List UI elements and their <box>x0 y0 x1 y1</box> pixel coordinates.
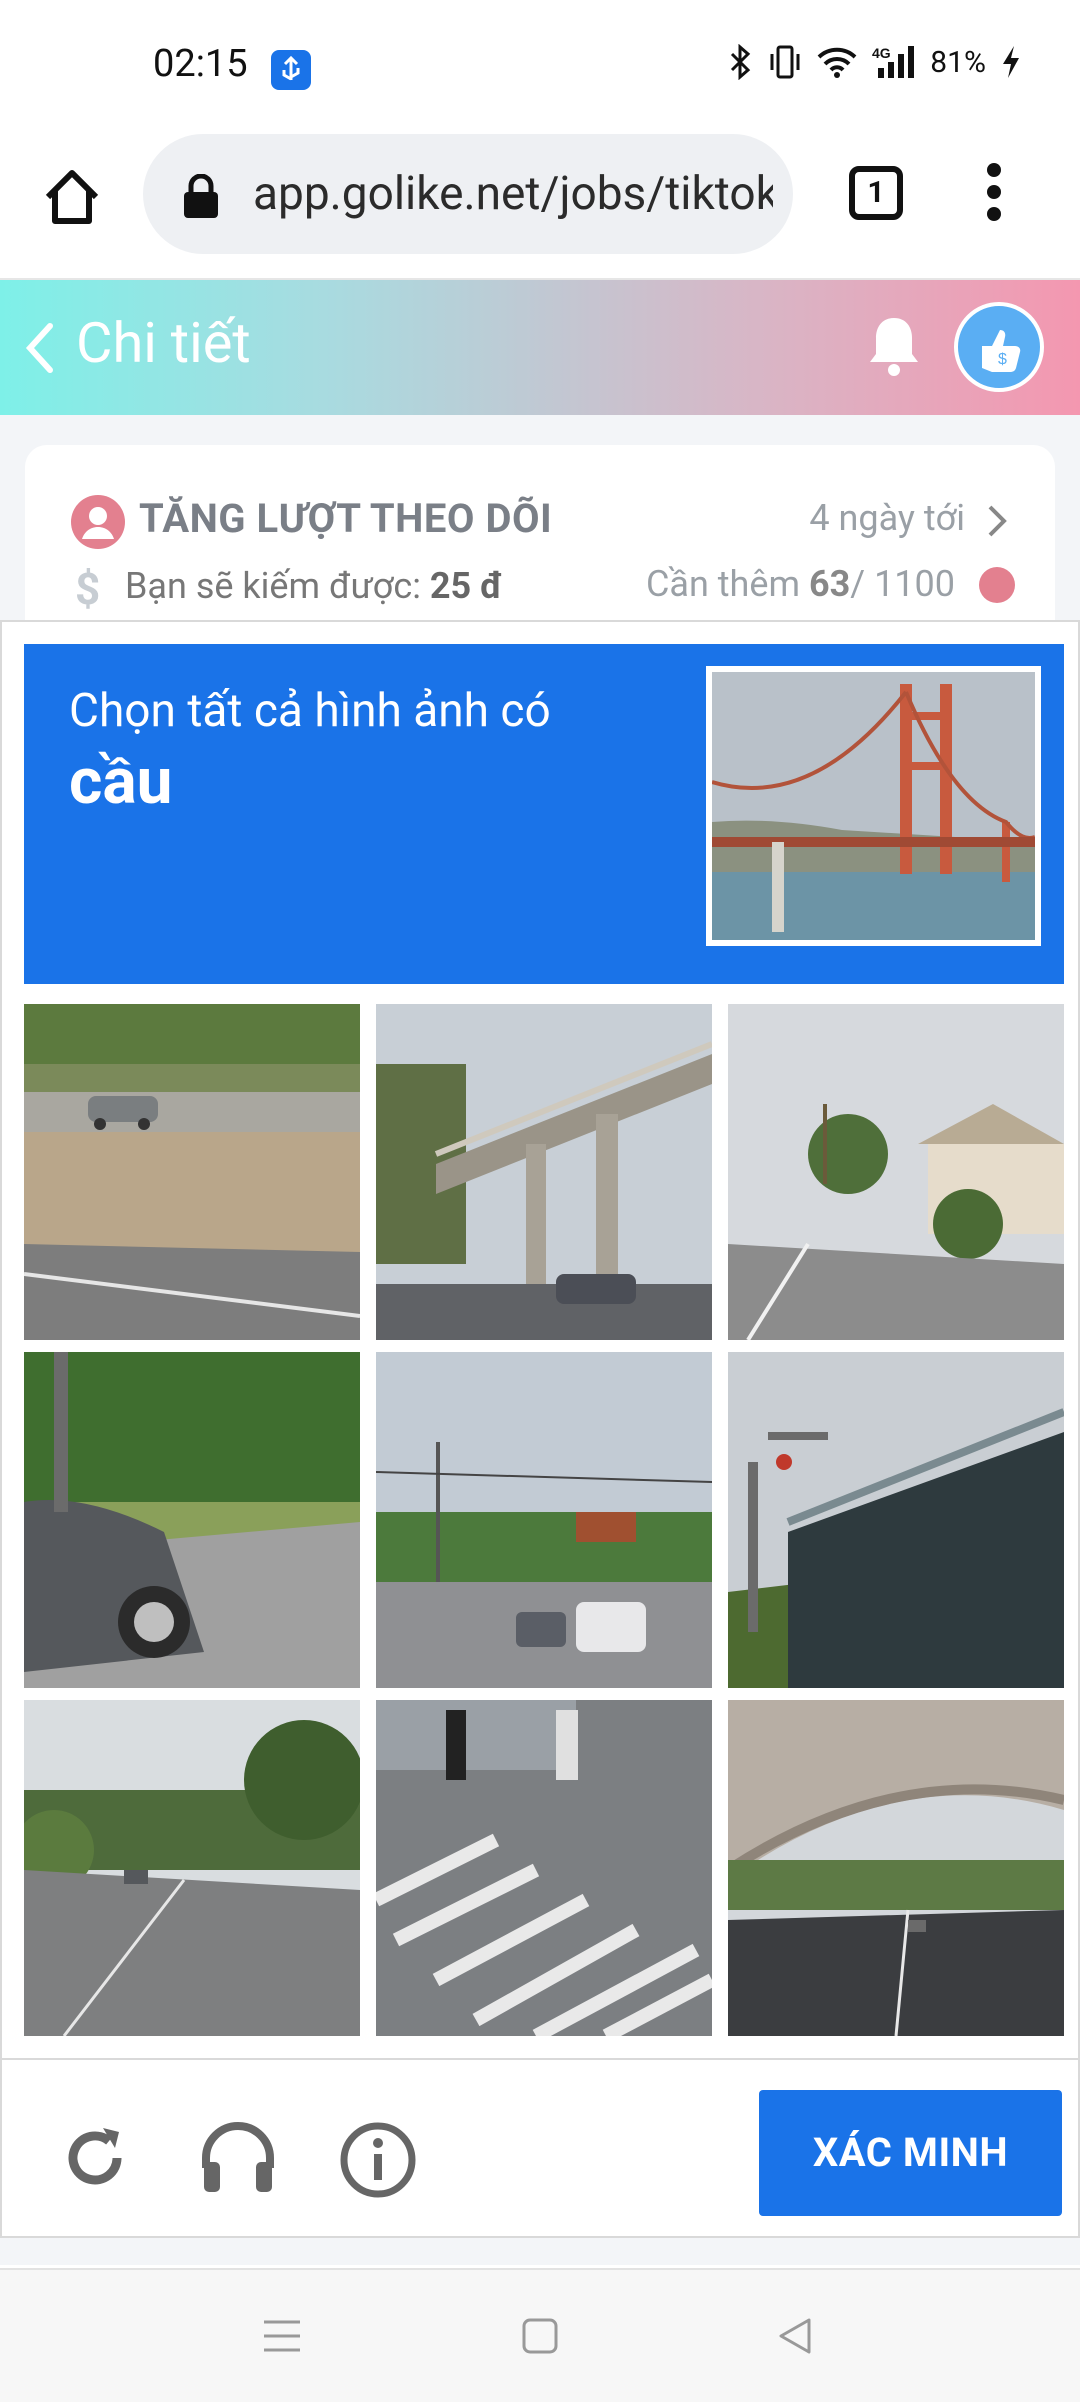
address-bar[interactable]: app.golike.net/jobs/tiktok <box>143 134 793 254</box>
thumbs-up-money-icon: $ <box>982 330 1021 372</box>
dollar-icon: $ <box>75 563 101 615</box>
captcha-tile[interactable] <box>728 1700 1064 2036</box>
captcha-instruction: Chọn tất cả hình ảnh có <box>69 684 551 738</box>
need-text: Cần thêm 63/ 1100 <box>645 563 955 605</box>
earn-value: 25 đ <box>429 565 503 607</box>
wifi-icon <box>817 47 857 78</box>
nav-home-icon[interactable] <box>520 2316 560 2356</box>
captcha-tile[interactable] <box>376 1352 712 1688</box>
captcha-tile[interactable] <box>728 1004 1064 1340</box>
verify-button[interactable]: XÁC MINH <box>759 2090 1062 2216</box>
browser-menu-button[interactable] <box>980 163 1008 223</box>
captcha-tile[interactable] <box>24 1700 360 2036</box>
need-value: 63 <box>808 563 851 605</box>
captcha-keyword: cầu <box>69 744 173 819</box>
app-header: Chi tiết $ <box>0 280 1080 415</box>
battery-text: 81% <box>930 44 986 80</box>
captcha-tile[interactable] <box>24 1004 360 1340</box>
avatar[interactable]: $ <box>954 302 1044 392</box>
user-icon <box>979 567 1015 603</box>
captcha-tile[interactable] <box>376 1004 712 1340</box>
page-title: Chi tiết <box>76 310 251 376</box>
bluetooth-icon <box>731 44 751 80</box>
captcha-header: Chọn tất cả hình ảnh có cầu <box>24 644 1064 984</box>
headphones-icon[interactable] <box>198 2118 278 2198</box>
job-title: TĂNG LƯỢT THEO DÕI <box>139 495 553 542</box>
captcha-sample-image <box>706 666 1041 946</box>
status-icons: 4G 81% <box>728 44 1022 80</box>
status-bar: 02:15 4G 81% <box>0 0 1080 130</box>
back-arrow-icon[interactable] <box>20 318 60 378</box>
need-total: / 1100 <box>850 563 955 605</box>
signal-icon: 4G <box>872 45 915 78</box>
browser-toolbar: app.golike.net/jobs/tiktok 1 <box>0 130 1080 280</box>
home-button[interactable] <box>40 165 105 230</box>
job-deadline: 4 ngày tới <box>809 497 965 539</box>
info-icon[interactable] <box>338 2120 418 2200</box>
nav-back-icon[interactable] <box>775 2316 815 2356</box>
usb-icon <box>271 50 311 90</box>
captcha-dialog: Chọn tất cả hình ảnh có cầu XÁC MINH <box>0 620 1080 2238</box>
captcha-tile[interactable] <box>728 1352 1064 1688</box>
captcha-tile[interactable] <box>376 1700 712 2036</box>
system-nav-bar <box>0 2268 1080 2402</box>
home-icon <box>45 170 99 224</box>
battery-charging-icon <box>1003 46 1019 78</box>
captcha-grid <box>24 1004 1064 2038</box>
bell-icon[interactable] <box>862 312 926 382</box>
svg-text:4G: 4G <box>872 45 891 61</box>
tab-switcher-button[interactable]: 1 <box>849 166 903 220</box>
captcha-tile[interactable] <box>24 1352 360 1688</box>
recent-apps-icon[interactable] <box>262 2318 302 2354</box>
reload-icon[interactable] <box>57 2120 133 2196</box>
captcha-footer: XÁC MINH <box>2 2058 1078 2240</box>
vibrate-icon <box>770 45 800 79</box>
earn-text: Bạn sẽ kiếm được: 25 đ <box>125 565 503 607</box>
follow-user-icon <box>71 495 125 549</box>
lock-icon <box>184 174 218 218</box>
svg-text:$: $ <box>998 351 1007 368</box>
job-card[interactable]: TĂNG LƯỢT THEO DÕI 4 ngày tới $ Bạn sẽ k… <box>25 445 1055 645</box>
status-time: 02:15 <box>153 42 248 86</box>
url-text: app.golike.net/jobs/tiktok <box>253 167 773 221</box>
chevron-right-icon[interactable] <box>985 503 1009 539</box>
